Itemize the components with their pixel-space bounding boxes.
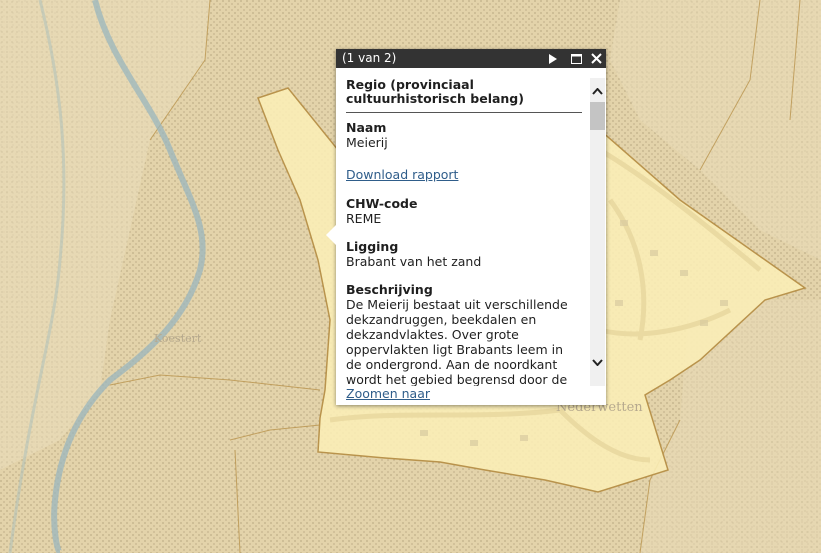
- field-value-beschrijving: De Meierij bestaat uit verschillende dek…: [346, 297, 568, 386]
- play-icon: [548, 53, 557, 64]
- chevron-up-icon: [592, 87, 603, 95]
- popup-title: Regio (provinciaal cultuurhistorisch bel…: [346, 78, 582, 113]
- field-label-ligging: Ligging: [346, 239, 399, 254]
- scroll-down-button[interactable]: [590, 355, 605, 369]
- place-label-koestert: Koestert: [154, 332, 202, 345]
- field-label-beschrijving: Beschrijving: [346, 282, 433, 297]
- scroll-up-button[interactable]: [590, 84, 605, 98]
- popup-footer: Zoomen naar: [346, 386, 430, 401]
- field-label-naam: Naam: [346, 120, 387, 135]
- close-icon: [590, 53, 602, 64]
- field-value-chw-code: REME: [346, 211, 382, 226]
- popup-counter: (1 van 2): [342, 51, 397, 65]
- maximize-icon: [570, 53, 582, 64]
- chevron-down-icon: [592, 358, 603, 366]
- field-value-naam: Meierij: [346, 135, 388, 150]
- scroll-thumb[interactable]: [590, 102, 605, 130]
- field-value-ligging: Brabant van het zand: [346, 254, 482, 269]
- popup-scrollbar[interactable]: [590, 78, 605, 386]
- next-feature-button[interactable]: [544, 49, 560, 68]
- download-rapport-link[interactable]: Download rapport: [346, 167, 458, 182]
- popup-content[interactable]: Regio (provinciaal cultuurhistorisch bel…: [336, 68, 590, 386]
- maximize-button[interactable]: [568, 49, 584, 68]
- info-popup: (1 van 2) Regio (provinciaal cultuurhist…: [326, 49, 606, 405]
- close-button[interactable]: [588, 49, 604, 68]
- popup-pointer: [326, 225, 336, 245]
- field-label-chw-code: CHW-code: [346, 196, 418, 211]
- zoom-to-link[interactable]: Zoomen naar: [346, 386, 430, 401]
- popup-header: (1 van 2): [336, 49, 606, 68]
